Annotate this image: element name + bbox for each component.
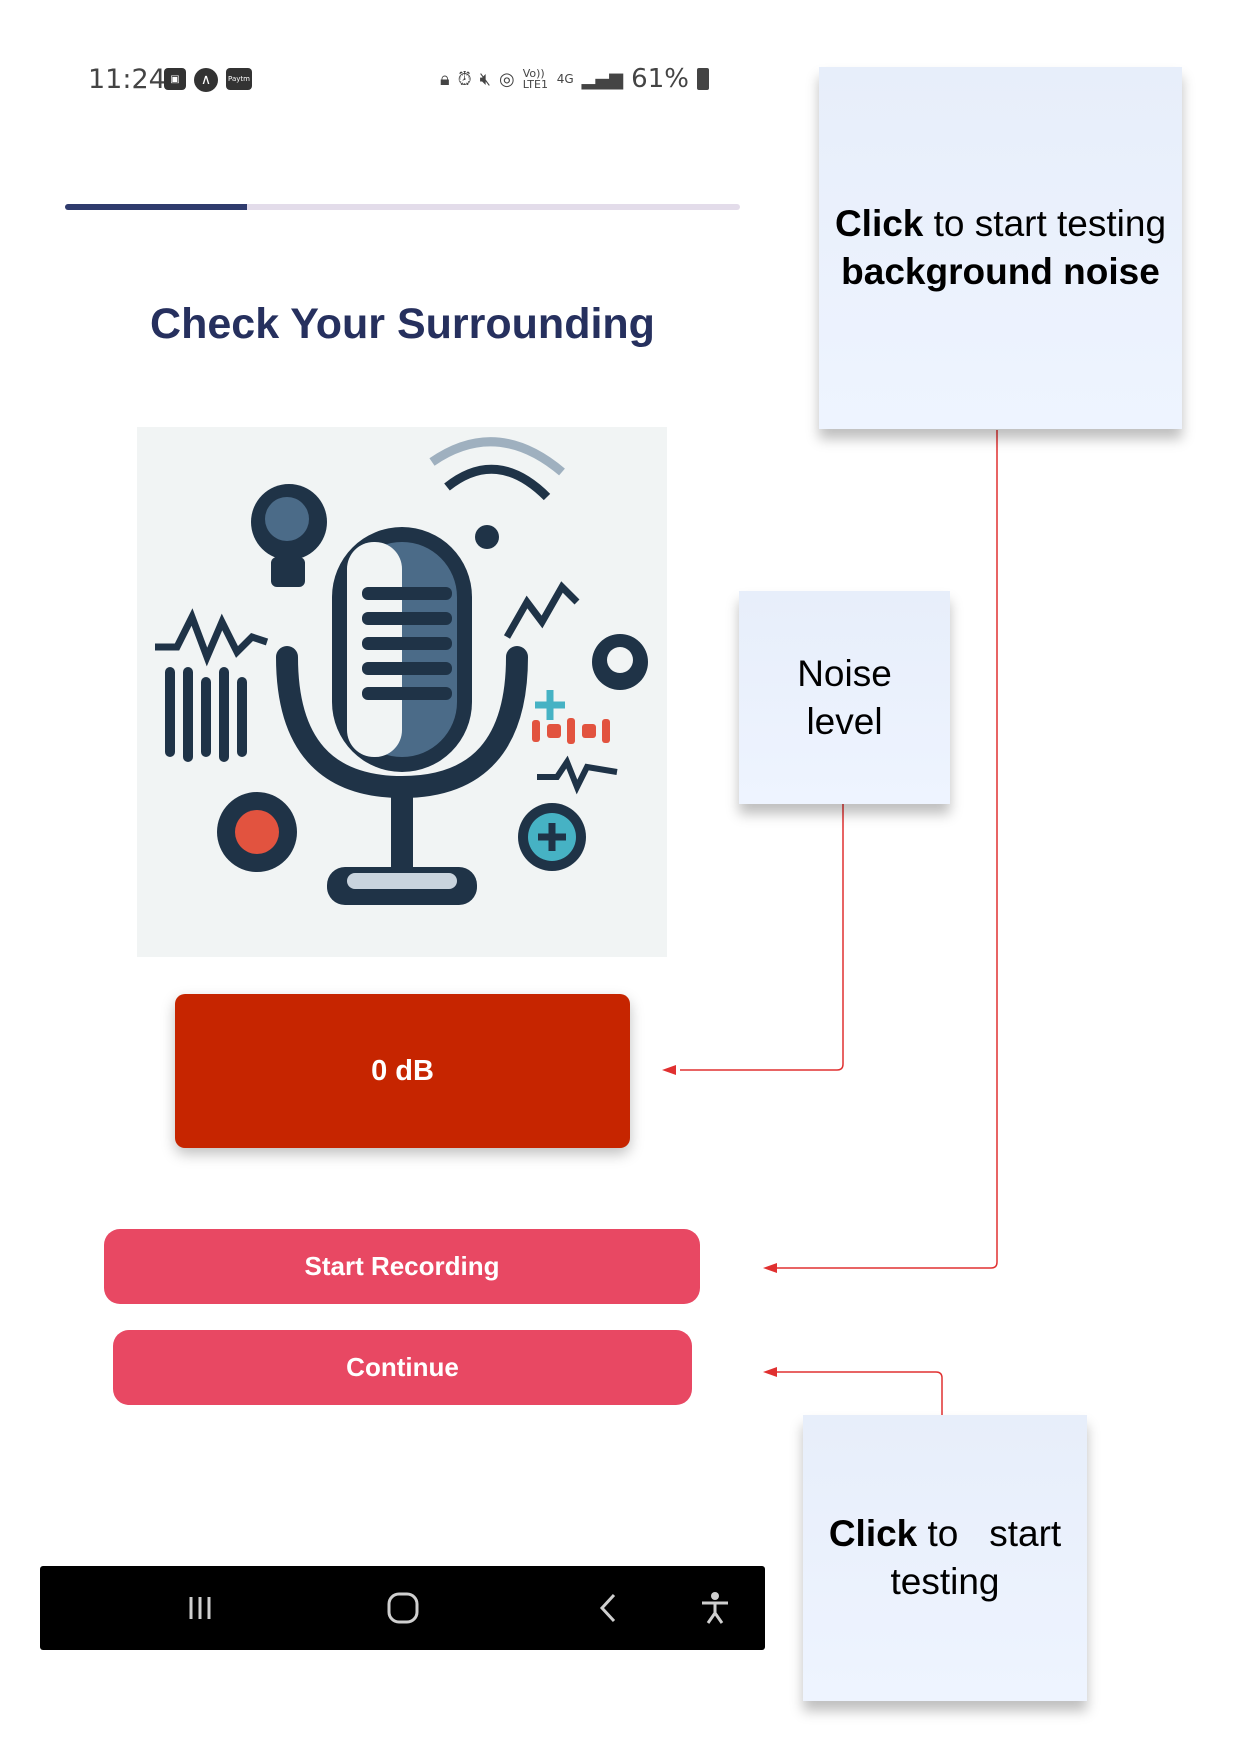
- arrow-line-start: [773, 430, 998, 1269]
- arrowhead-noise: [662, 1065, 676, 1075]
- annotation-start-recording: Click to start testing background noise: [819, 67, 1182, 429]
- arrow-line-continue: [773, 1371, 943, 1415]
- annotation-noise-level: Noise level: [739, 591, 950, 804]
- arrow-line-noise: [680, 804, 844, 1071]
- annotation-continue: Click to start testing: [803, 1415, 1087, 1701]
- arrowhead-continue: [763, 1367, 777, 1377]
- arrowhead-start: [763, 1263, 777, 1273]
